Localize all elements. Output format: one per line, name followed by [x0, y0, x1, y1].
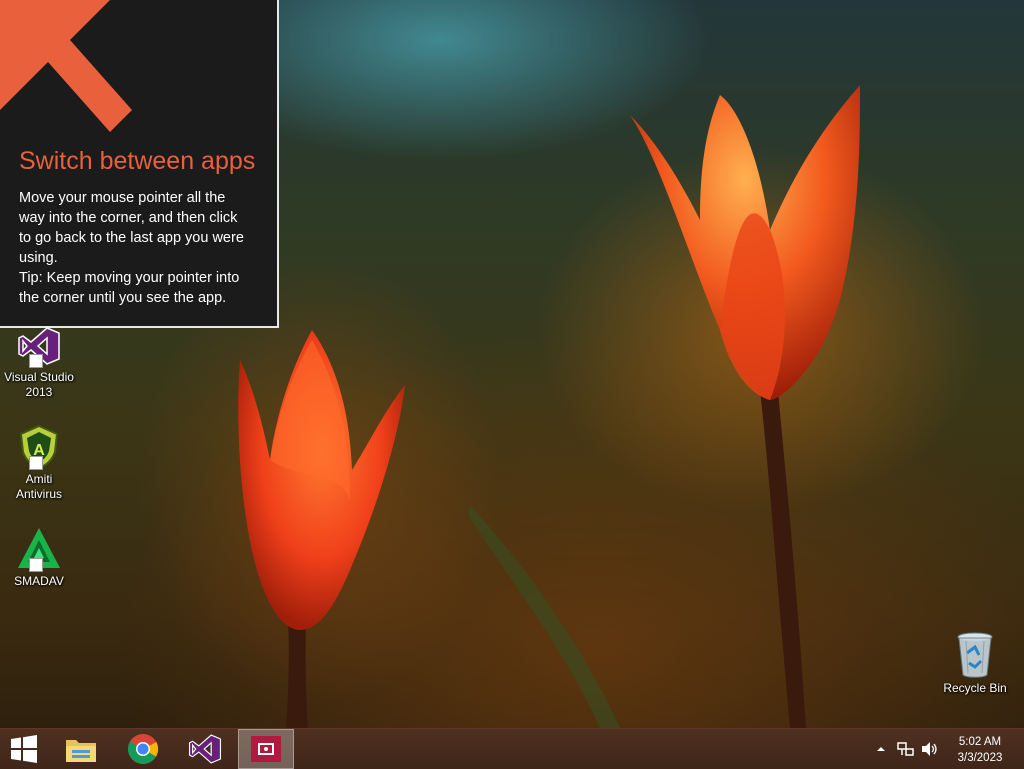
volume-icon[interactable]	[920, 740, 940, 758]
tutorial-text-line: Move your mouse pointer all the	[19, 190, 226, 206]
switch-apps-tutorial: Switch between apps Move your mouse poin…	[0, 0, 279, 328]
windows-logo-icon	[11, 735, 37, 763]
icon-label: Recycle Bin	[943, 681, 1007, 695]
shortcut-arrow-icon	[29, 354, 43, 368]
taskbar: 5:02 AM 3/3/2023	[0, 728, 1024, 769]
app-window-icon	[251, 736, 281, 762]
icon-label: 2013	[25, 385, 53, 399]
start-button[interactable]	[0, 729, 48, 769]
clock-time: 5:02 AM	[958, 736, 1002, 748]
recycle-bin-icon	[957, 632, 993, 678]
desktop-icon-recycle-bin[interactable]: Recycle Bin	[937, 631, 1013, 696]
chrome-icon	[127, 734, 159, 764]
desktop-icon-smadav[interactable]: SMADAV	[1, 526, 77, 589]
shortcut-arrow-icon	[29, 456, 43, 470]
tutorial-text-line: way into the corner, and then click	[19, 210, 238, 226]
tutorial-text-line: the corner until you see the app.	[19, 290, 227, 306]
taskbar-chrome[interactable]	[115, 729, 171, 769]
visual-studio-icon	[188, 734, 222, 764]
clock-date: 3/3/2023	[957, 752, 1003, 764]
icon-label: Visual Studio	[4, 370, 74, 384]
tutorial-text-line: Tip: Keep moving your pointer into	[19, 270, 240, 286]
tray-show-hidden-icon[interactable]	[874, 741, 888, 755]
tutorial-text-line: using.	[19, 250, 58, 266]
icon-label: Antivirus	[15, 487, 62, 501]
folder-icon	[66, 740, 96, 762]
network-icon[interactable]	[897, 740, 915, 758]
taskbar-active-app[interactable]	[238, 729, 294, 769]
tutorial-title: Switch between apps	[19, 147, 256, 175]
icon-label: Amiti	[25, 472, 53, 486]
taskbar-file-explorer[interactable]	[53, 729, 109, 769]
desktop-icon-amiti-antivirus[interactable]: A Amiti Antivirus	[1, 424, 77, 502]
icon-label: SMADAV	[14, 574, 64, 588]
tutorial-text-line: to go back to the last app you were	[19, 230, 244, 246]
desktop-icon-visual-studio[interactable]: Visual Studio 2013	[1, 326, 77, 400]
taskbar-visual-studio[interactable]	[177, 729, 233, 769]
shortcut-arrow-icon	[29, 558, 43, 572]
tray-clock[interactable]: 5:02 AM 3/3/2023	[946, 734, 1014, 766]
corner-arrow-icon	[0, 0, 132, 132]
